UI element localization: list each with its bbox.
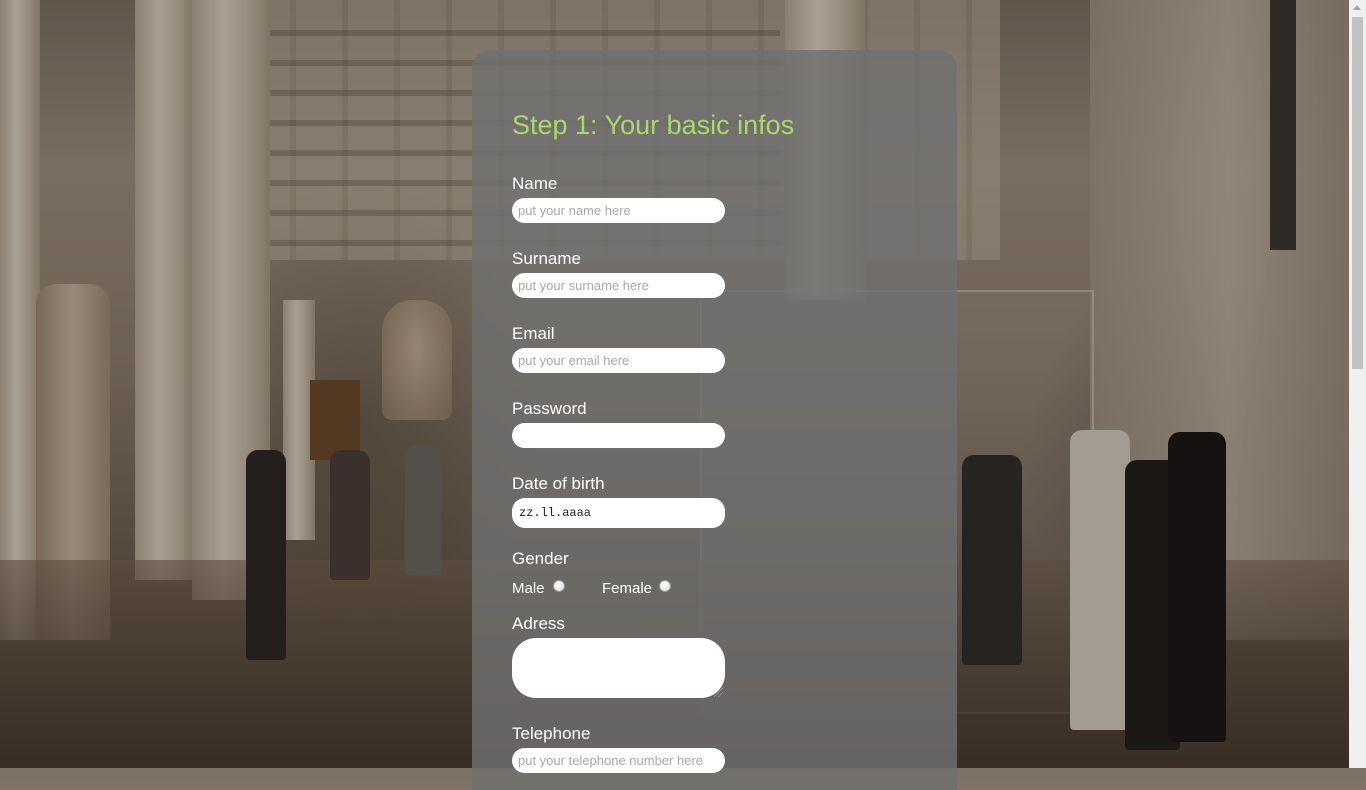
chevron-up-icon[interactable] xyxy=(1353,5,1361,10)
gender-female-radio[interactable] xyxy=(659,580,671,592)
form-title: Step 1: Your basic infos xyxy=(512,110,795,140)
email-input[interactable] xyxy=(512,348,725,373)
gender-male-radio[interactable] xyxy=(553,580,565,592)
name-label: Name xyxy=(512,174,558,193)
dob-label: Date of birth xyxy=(512,474,605,493)
signup-form-panel: Step 1: Your basic infos Name Surname Em… xyxy=(472,50,957,790)
gender-label: Gender xyxy=(512,549,569,568)
surname-label: Surname xyxy=(512,249,581,268)
surname-input[interactable] xyxy=(512,273,725,298)
password-label: Password xyxy=(512,399,587,418)
address-textarea[interactable] xyxy=(512,638,725,698)
password-input[interactable] xyxy=(512,423,725,448)
gender-male-label: Male xyxy=(512,580,545,597)
name-input[interactable] xyxy=(512,198,725,223)
dob-input[interactable]: zz.ll.aaaa xyxy=(512,498,725,528)
page-scrollbar[interactable] xyxy=(1349,0,1366,768)
resize-grip-icon[interactable] xyxy=(714,688,723,697)
email-label: Email xyxy=(512,324,555,343)
telephone-input[interactable] xyxy=(512,748,725,773)
gender-female-label: Female xyxy=(602,580,653,597)
telephone-label: Telephone xyxy=(512,724,591,743)
address-label: Adress xyxy=(512,614,565,633)
scrollbar-thumb[interactable] xyxy=(1352,17,1363,369)
